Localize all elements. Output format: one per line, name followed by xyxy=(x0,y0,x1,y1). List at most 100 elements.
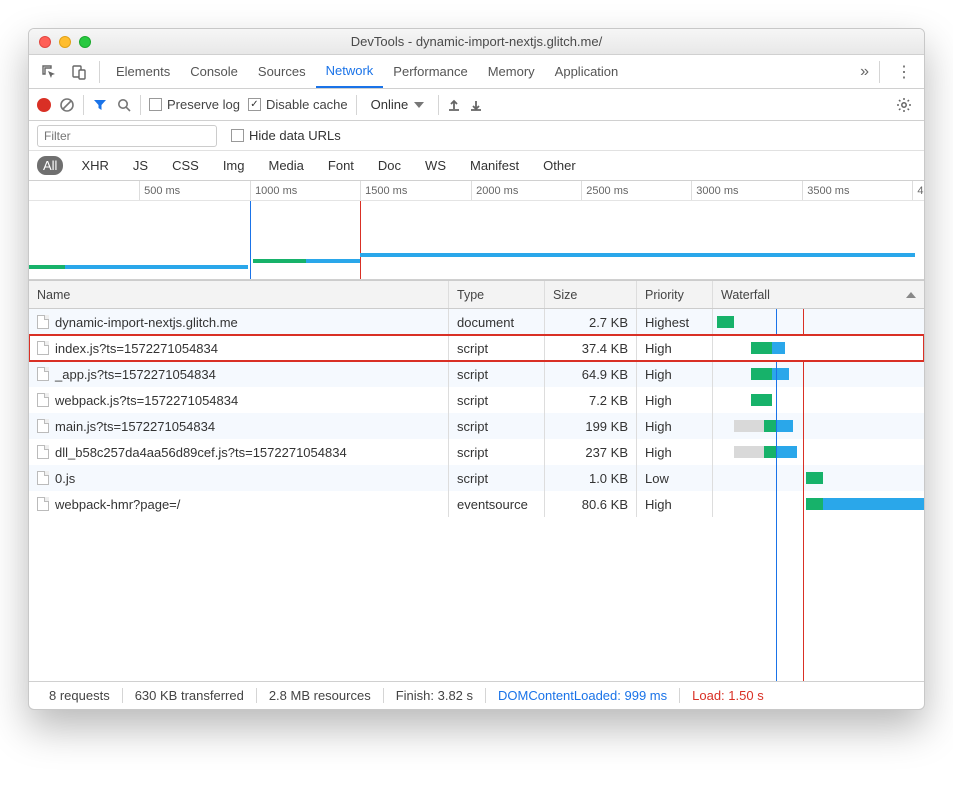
inspect-icon[interactable] xyxy=(35,64,63,80)
status-bar: 8 requests 630 KB transferred 2.8 MB res… xyxy=(29,681,924,709)
request-name: webpack.js?ts=1572271054834 xyxy=(55,393,238,408)
kebab-menu-icon[interactable]: ⋮ xyxy=(890,62,918,82)
table-row[interactable]: main.js?ts=1572271054834script199 KBHigh xyxy=(29,413,924,439)
type-filter-img[interactable]: Img xyxy=(217,156,251,175)
type-filter-xhr[interactable]: XHR xyxy=(75,156,114,175)
request-name: main.js?ts=1572271054834 xyxy=(55,419,215,434)
settings-gear-icon[interactable] xyxy=(896,97,916,113)
request-size: 64.9 KB xyxy=(545,361,637,387)
request-size: 237 KB xyxy=(545,439,637,465)
type-filter-js[interactable]: JS xyxy=(127,156,154,175)
table-header[interactable]: Name Type Size Priority Waterfall xyxy=(29,281,924,309)
col-waterfall[interactable]: Waterfall xyxy=(713,281,924,308)
file-icon xyxy=(37,419,49,433)
request-waterfall xyxy=(713,387,924,413)
tab-console[interactable]: Console xyxy=(180,55,248,88)
overview-bar xyxy=(306,259,360,263)
type-filter-all[interactable]: All xyxy=(37,156,63,175)
download-har-icon[interactable] xyxy=(469,98,483,112)
filter-input[interactable] xyxy=(37,125,217,147)
tab-performance[interactable]: Performance xyxy=(383,55,477,88)
overview-bar xyxy=(360,253,915,257)
request-priority: High xyxy=(637,387,713,413)
more-panels-icon[interactable]: » xyxy=(860,63,869,81)
overview-bar xyxy=(65,265,248,269)
request-priority: High xyxy=(637,491,713,517)
table-row[interactable]: index.js?ts=1572271054834 script37.4 KBHi… xyxy=(29,335,924,361)
table-row[interactable]: dynamic-import-nextjs.glitch.medocument2… xyxy=(29,309,924,335)
table-row[interactable]: webpack.js?ts=1572271054834script7.2 KBH… xyxy=(29,387,924,413)
filter-icon[interactable] xyxy=(92,97,108,113)
timeline-tick: 3500 ms xyxy=(802,181,849,200)
request-priority: High xyxy=(637,335,713,361)
disable-cache-label: Disable cache xyxy=(266,97,348,112)
status-load: Load: 1.50 s xyxy=(680,688,776,703)
table-row[interactable]: 0.jsscript1.0 KBLow xyxy=(29,465,924,491)
preserve-log-checkbox[interactable]: Preserve log xyxy=(149,97,240,112)
domcontentloaded-marker xyxy=(250,201,251,279)
disable-cache-checkbox[interactable]: Disable cache xyxy=(248,97,348,112)
type-filter-other[interactable]: Other xyxy=(537,156,582,175)
tab-network[interactable]: Network xyxy=(316,55,384,88)
request-waterfall xyxy=(713,361,924,387)
load-line xyxy=(803,309,804,681)
col-priority[interactable]: Priority xyxy=(637,281,713,308)
type-filter-media[interactable]: Media xyxy=(262,156,309,175)
type-filter-doc[interactable]: Doc xyxy=(372,156,407,175)
table-row[interactable]: dll_b58c257da4aa56d89cef.js?ts=157227105… xyxy=(29,439,924,465)
request-name: dll_b58c257da4aa56d89cef.js?ts=157227105… xyxy=(55,445,347,460)
tab-sources[interactable]: Sources xyxy=(248,55,316,88)
preserve-log-label: Preserve log xyxy=(167,97,240,112)
overview-timeline[interactable]: 500 ms1000 ms1500 ms2000 ms2500 ms3000 m… xyxy=(29,181,924,280)
request-waterfall xyxy=(713,413,924,439)
device-toolbar-icon[interactable] xyxy=(65,64,93,80)
table-row[interactable]: _app.js?ts=1572271054834script64.9 KBHig… xyxy=(29,361,924,387)
request-size: 2.7 KB xyxy=(545,309,637,335)
clear-icon[interactable] xyxy=(59,97,75,113)
request-priority: Low xyxy=(637,465,713,491)
throttling-select[interactable]: Online xyxy=(365,97,431,112)
type-filter-font[interactable]: Font xyxy=(322,156,360,175)
request-type: script xyxy=(449,413,545,439)
request-waterfall xyxy=(713,309,924,335)
col-name[interactable]: Name xyxy=(29,281,449,308)
type-filter-css[interactable]: CSS xyxy=(166,156,205,175)
timeline-tick: 40 xyxy=(912,181,925,200)
titlebar: DevTools - dynamic-import-nextjs.glitch.… xyxy=(29,29,924,55)
network-toolbar: Preserve log Disable cache Online xyxy=(29,89,924,121)
request-priority: Highest xyxy=(637,309,713,335)
window-title: DevTools - dynamic-import-nextjs.glitch.… xyxy=(29,34,924,49)
type-filter-ws[interactable]: WS xyxy=(419,156,452,175)
request-size: 199 KB xyxy=(545,413,637,439)
file-icon xyxy=(37,471,49,485)
request-name: dynamic-import-nextjs.glitch.me xyxy=(55,315,238,330)
request-name: index.js?ts=1572271054834 xyxy=(55,341,218,356)
timeline-tick: 500 ms xyxy=(139,181,180,200)
col-size[interactable]: Size xyxy=(545,281,637,308)
tab-memory[interactable]: Memory xyxy=(478,55,545,88)
upload-har-icon[interactable] xyxy=(447,98,461,112)
tab-application[interactable]: Application xyxy=(545,55,629,88)
panel-tabs: ElementsConsoleSourcesNetworkPerformance… xyxy=(29,55,924,89)
table-row[interactable]: webpack-hmr?page=/eventsource80.6 KBHigh xyxy=(29,491,924,517)
request-type: script xyxy=(449,335,545,361)
timeline-tick: 1500 ms xyxy=(360,181,407,200)
requests-table: Name Type Size Priority Waterfall dynami… xyxy=(29,280,924,681)
col-type[interactable]: Type xyxy=(449,281,545,308)
request-size: 1.0 KB xyxy=(545,465,637,491)
status-requests: 8 requests xyxy=(37,688,123,703)
timeline-tick: 2500 ms xyxy=(581,181,628,200)
request-type: eventsource xyxy=(449,491,545,517)
file-icon xyxy=(37,445,49,459)
record-button[interactable] xyxy=(37,98,51,112)
load-marker xyxy=(360,201,361,279)
tab-elements[interactable]: Elements xyxy=(106,55,180,88)
request-waterfall xyxy=(713,335,924,361)
hide-data-urls-checkbox[interactable]: Hide data URLs xyxy=(231,128,341,143)
request-waterfall xyxy=(713,491,924,517)
type-filter-manifest[interactable]: Manifest xyxy=(464,156,525,175)
request-name: webpack-hmr?page=/ xyxy=(55,497,180,512)
request-name: _app.js?ts=1572271054834 xyxy=(55,367,216,382)
search-icon[interactable] xyxy=(116,97,132,113)
request-size: 37.4 KB xyxy=(545,335,637,361)
